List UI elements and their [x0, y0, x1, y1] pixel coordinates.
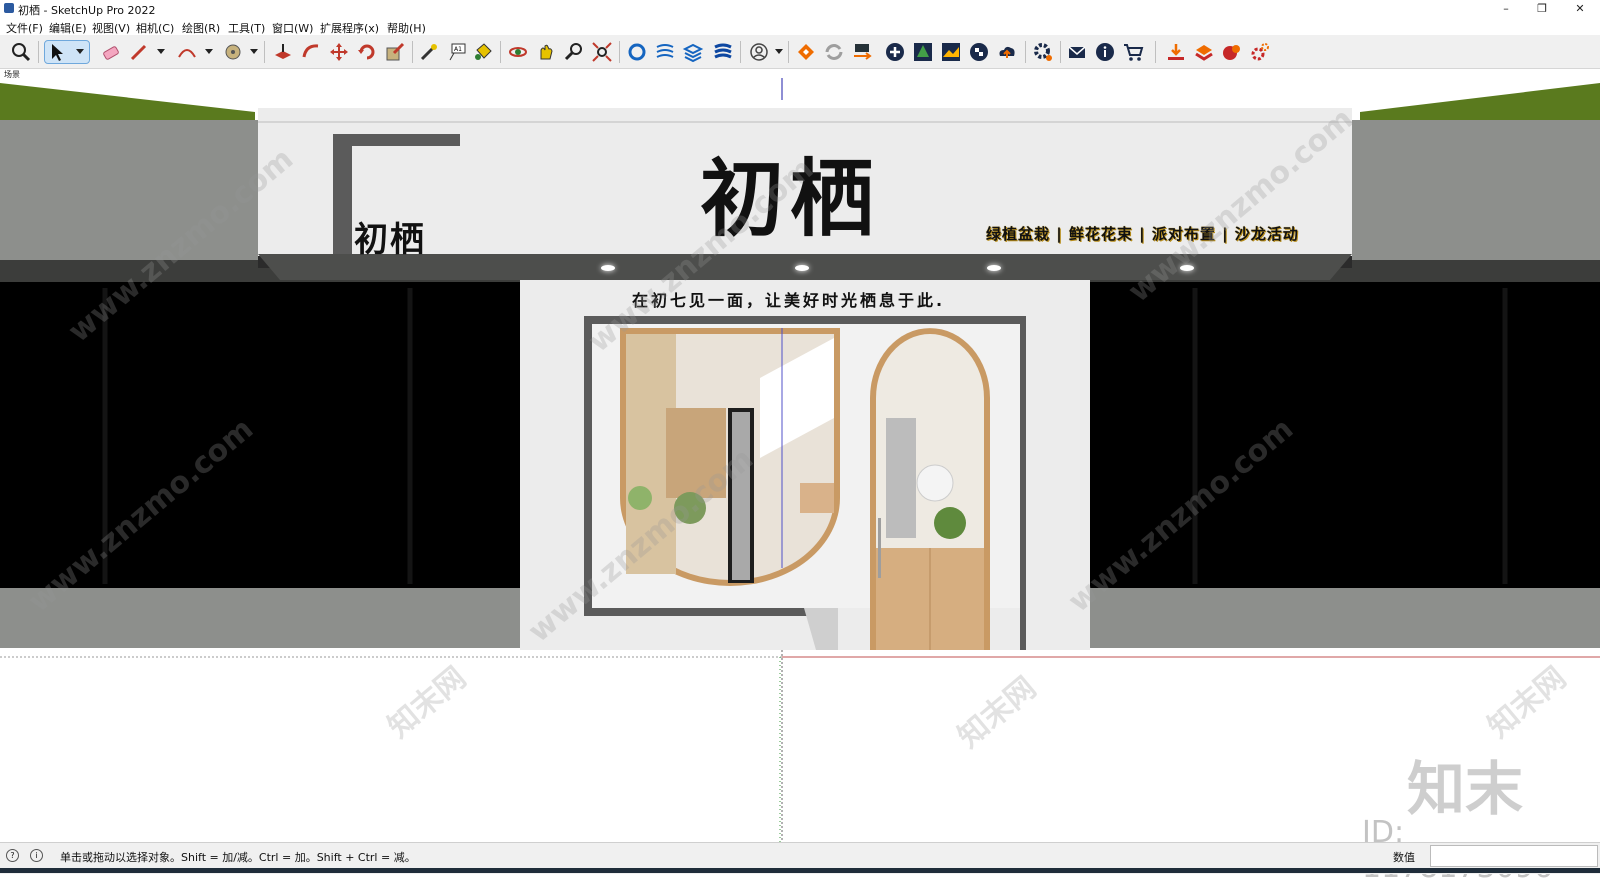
toolbar-separator: [1060, 41, 1061, 63]
materials-icon[interactable]: [682, 41, 704, 63]
toolbar-separator: [500, 41, 501, 63]
menu-tools[interactable]: 工具(T): [228, 20, 265, 36]
title-bar: 初栖 - SketchUp Pro 2022 – ❐ ✕: [0, 0, 1600, 17]
main-toolbar: A1: [0, 35, 1600, 69]
menu-bar: 文件(F) 编辑(E) 视图(V) 相机(C) 绘图(R) 工具(T) 窗口(W…: [0, 17, 1600, 35]
orbit-icon[interactable]: [507, 41, 529, 63]
menu-window[interactable]: 窗口(W): [272, 20, 313, 36]
mail-icon[interactable]: [1066, 41, 1088, 63]
checker-icon[interactable]: [968, 41, 990, 63]
taskbar-strip: [0, 868, 1600, 873]
info-icon[interactable]: [1094, 41, 1116, 63]
cloud-upload-icon[interactable]: [996, 41, 1018, 63]
toolbar-separator: [264, 41, 265, 63]
rotate-icon[interactable]: [356, 41, 378, 63]
sketchup-app-icon: [4, 3, 14, 13]
menu-edit[interactable]: 编辑(E): [49, 20, 87, 36]
chevron-down-icon[interactable]: [775, 49, 783, 54]
menu-file[interactable]: 文件(F): [6, 20, 43, 36]
export-icon[interactable]: [1193, 41, 1215, 63]
paint-bucket-icon[interactable]: [472, 41, 494, 63]
minimize-button[interactable]: –: [1488, 0, 1524, 17]
pencil-icon[interactable]: [128, 41, 150, 63]
right-grass-roof: [1360, 83, 1600, 123]
toolbar-separator: [1155, 41, 1156, 63]
geo-location-icon[interactable]: ?: [6, 849, 19, 862]
add-icon[interactable]: [884, 41, 906, 63]
help-icon[interactable]: i: [30, 849, 43, 862]
close-button[interactable]: ✕: [1562, 0, 1598, 17]
spotlight: [987, 265, 1001, 271]
toolbar-separator: [38, 41, 39, 63]
components-icon[interactable]: [654, 41, 676, 63]
chevron-down-icon[interactable]: [157, 49, 165, 54]
account-icon[interactable]: [748, 41, 770, 63]
plugins-gear-icon[interactable]: [1249, 41, 1271, 63]
spotlight: [601, 265, 615, 271]
toolbar-separator: [619, 41, 620, 63]
eraser-icon[interactable]: [100, 41, 122, 63]
small-sign-text: 初栖: [354, 220, 426, 260]
follow-me-icon[interactable]: [300, 41, 322, 63]
transfer-icon[interactable]: [851, 41, 873, 63]
reload-icon[interactable]: [823, 41, 845, 63]
pan-icon[interactable]: [535, 41, 557, 63]
toolbar-separator: [1025, 41, 1026, 63]
text-icon[interactable]: A1: [446, 41, 468, 63]
scale-icon[interactable]: [384, 41, 406, 63]
move-icon[interactable]: [328, 41, 350, 63]
push-pull-icon[interactable]: [272, 41, 294, 63]
model-viewport[interactable]: 初栖 初栖 绿植盆栽 | 鲜花花束 | 派对布置 | 沙龙活动 在初七见一面，让…: [0, 78, 1600, 842]
chevron-down-icon[interactable]: [205, 49, 213, 54]
toolbar-separator: [788, 41, 789, 63]
chevron-down-icon[interactable]: [250, 49, 258, 54]
toolbar-separator: [412, 41, 413, 63]
left-grass-roof: [0, 83, 255, 123]
menu-extensions[interactable]: 扩展程序(x): [320, 20, 379, 36]
spotlight: [795, 265, 809, 271]
watermark-logo: 知末: [1407, 755, 1524, 823]
zoom-icon[interactable]: [10, 41, 32, 63]
measurements-input[interactable]: [1430, 845, 1598, 867]
services-text: 绿植盆栽 | 鲜花花束 | 派对布置 | 沙龙活动: [986, 225, 1299, 243]
extension-warehouse-icon[interactable]: [795, 41, 817, 63]
warehouse-icon[interactable]: [626, 41, 648, 63]
restore-button[interactable]: ❐: [1524, 0, 1560, 17]
right-lower-wall: [1090, 588, 1600, 648]
circle-icon[interactable]: [222, 41, 244, 63]
render-icon[interactable]: [1221, 41, 1243, 63]
zoom-extents-icon[interactable]: [591, 41, 613, 63]
right-concrete-wall: [1350, 120, 1600, 260]
import-icon[interactable]: [1165, 41, 1187, 63]
menu-draw[interactable]: 绘图(R): [182, 20, 220, 36]
menu-help[interactable]: 帮助(H): [387, 20, 426, 36]
menu-camera[interactable]: 相机(C): [136, 20, 174, 36]
status-hint: 单击或拖动以选择对象。Shift = 加/减。Ctrl = 加。Shift + …: [60, 851, 416, 864]
arc-icon[interactable]: [176, 41, 198, 63]
menu-view[interactable]: 视图(V): [92, 20, 130, 36]
zoom-tool-icon[interactable]: [563, 41, 585, 63]
settings-gear-icon[interactable]: [1032, 41, 1054, 63]
cart-icon[interactable]: [1122, 41, 1144, 63]
tape-measure-icon[interactable]: [418, 41, 440, 63]
measurements-label: 数值: [1393, 851, 1415, 864]
window-title: 初栖 - SketchUp Pro 2022: [18, 4, 156, 17]
terrain-icon[interactable]: [940, 41, 962, 63]
toolbar-separator: [740, 41, 741, 63]
layers-icon[interactable]: [712, 41, 734, 63]
tree-icon[interactable]: [912, 41, 934, 63]
chevron-down-icon[interactable]: [76, 49, 84, 54]
left-lower-wall: [0, 588, 520, 648]
svg-text:A1: A1: [454, 46, 462, 53]
